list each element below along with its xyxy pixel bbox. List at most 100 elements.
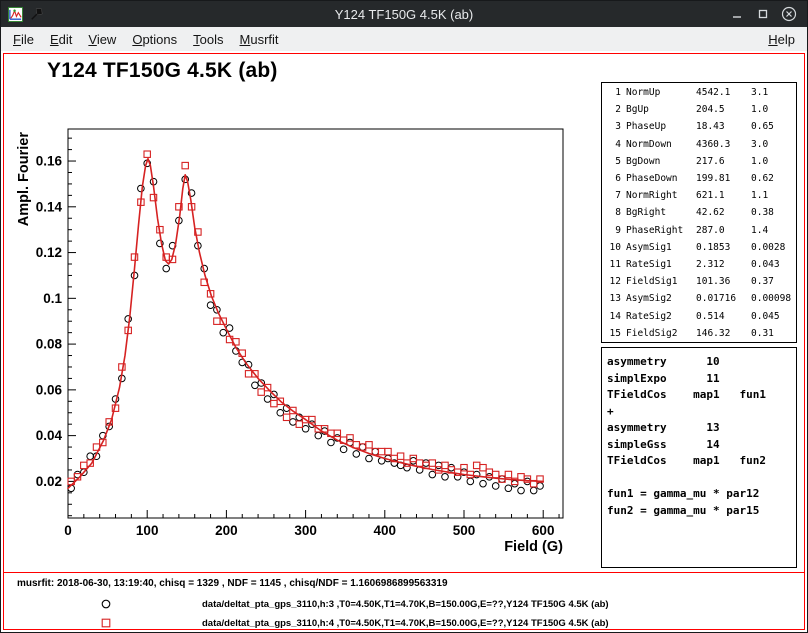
param-row: 13AsymSig20.017160.00098: [606, 293, 793, 304]
maximize-button[interactable]: [755, 6, 771, 22]
param-err: 0.62: [751, 173, 793, 184]
param-n: 3: [606, 121, 621, 132]
data-point-circle: [353, 451, 360, 458]
param-n: 6: [606, 173, 621, 184]
y-tick-label: 0.14: [36, 199, 63, 214]
data-point-square: [283, 414, 289, 420]
data-point-square: [214, 318, 220, 324]
fit-line: [68, 159, 543, 489]
menu-tools[interactable]: Tools: [185, 31, 231, 48]
app-icon[interactable]: [7, 6, 23, 22]
data-point-circle: [518, 487, 525, 494]
legend-label: data/deltat_pta_gps_3110,h:4 ,T0=4.50K,T…: [202, 618, 609, 629]
data-point-circle: [480, 480, 487, 487]
param-n: 10: [606, 242, 621, 253]
x-tick-label: 100: [136, 523, 159, 538]
legend-row: data/deltat_pta_gps_3110,h:4 ,T0=4.50K,T…: [4, 616, 804, 632]
data-point-square: [144, 151, 150, 157]
param-name: RateSig2: [626, 311, 696, 322]
param-name: BgUp: [626, 104, 696, 115]
param-row: 12FieldSig1101.360.37: [606, 276, 793, 287]
data-point-square: [416, 460, 422, 466]
theory-line: fun1 = gamma_mu * par12: [607, 486, 791, 503]
theory-line: TFieldCos map1 fun1: [607, 387, 791, 404]
param-row: 14RateSig20.5140.045: [606, 311, 793, 322]
data-point-square: [81, 462, 87, 468]
root-canvas[interactable]: Y124 TF150G 4.5K (ab) 010020030040050060…: [3, 53, 805, 630]
legend-row: data/deltat_pta_gps_3110,h:3 ,T0=4.50K,T…: [4, 597, 804, 613]
param-val: 621.1: [696, 190, 751, 201]
theory-box[interactable]: asymmetry 10simplExpo 11TFieldCos map1 f…: [601, 347, 797, 568]
fit-parameter-box[interactable]: 1NormUp4542.13.12BgUp204.51.03PhaseUp18.…: [601, 82, 797, 343]
param-err: 1.4: [751, 225, 793, 236]
data-point-circle: [315, 432, 322, 439]
y-tick-label: 0.1: [43, 291, 62, 306]
menu-view[interactable]: View: [80, 31, 124, 48]
data-point-circle: [340, 446, 347, 453]
param-n: 14: [606, 311, 621, 322]
param-row: 4NormDown4360.33.0: [606, 139, 793, 150]
param-row: 1NormUp4542.13.1: [606, 87, 793, 98]
data-point-square: [505, 471, 511, 477]
param-row: 10AsymSig10.18530.0028: [606, 242, 793, 253]
param-val: 204.5: [696, 104, 751, 115]
menu-help[interactable]: Help: [760, 31, 803, 48]
data-point-circle: [505, 485, 512, 492]
x-tick-label: 500: [453, 523, 476, 538]
param-row: 2BgUp204.51.0: [606, 104, 793, 115]
param-err: 3.1: [751, 87, 793, 98]
y-tick-label: 0.04: [36, 428, 63, 443]
data-point-circle: [537, 483, 544, 490]
close-button[interactable]: [781, 6, 797, 22]
legend-square-marker: [100, 617, 112, 629]
y-tick-label: 0.08: [36, 337, 63, 352]
theory-line: simplExpo 11: [607, 371, 791, 388]
app-icon-graphic: [8, 7, 23, 22]
data-point-square: [182, 162, 188, 168]
data-point-square: [397, 453, 403, 459]
y-tick-label: 0.12: [36, 245, 62, 260]
param-n: 7: [606, 190, 621, 201]
data-point-square: [518, 474, 524, 480]
param-val: 101.36: [696, 276, 751, 287]
menu-edit[interactable]: Edit: [42, 31, 80, 48]
param-err: 0.37: [751, 276, 793, 287]
param-n: 2: [606, 104, 621, 115]
param-name: FieldSig1: [626, 276, 696, 287]
param-n: 9: [606, 225, 621, 236]
data-point-square: [366, 442, 372, 448]
data-point-square: [474, 462, 480, 468]
titlebar[interactable]: Y124 TF150G 4.5K (ab): [1, 1, 807, 27]
menu-options[interactable]: Options: [124, 31, 185, 48]
data-point-square: [493, 471, 499, 477]
param-val: 0.1853: [696, 242, 751, 253]
y-tick-label: 0.06: [36, 382, 63, 397]
pin-icon-graphic: [30, 7, 44, 21]
x-tick-label: 300: [294, 523, 317, 538]
data-point-circle: [530, 487, 537, 494]
param-row: 8BgRight42.620.38: [606, 207, 793, 218]
data-point-circle: [448, 464, 455, 471]
param-err: 0.043: [751, 259, 793, 270]
minimize-button[interactable]: [729, 6, 745, 22]
param-n: 5: [606, 156, 621, 167]
menu-file[interactable]: File: [5, 31, 42, 48]
y-axis-title: Ampl. Fourier: [16, 132, 32, 227]
param-n: 8: [606, 207, 621, 218]
param-err: 0.38: [751, 207, 793, 218]
menu-items: FileEditViewOptionsToolsMusrfit: [5, 31, 287, 48]
theory-line: +: [607, 404, 791, 421]
param-name: NormDown: [626, 139, 696, 150]
param-row: 7NormRight621.11.1: [606, 190, 793, 201]
fourier-plot[interactable]: 01002003004005006000.020.040.060.080.10.…: [4, 54, 604, 574]
pin-icon[interactable]: [29, 6, 45, 22]
data-point-circle: [410, 457, 417, 464]
theory-line: simpleGss 14: [607, 437, 791, 454]
param-val: 217.6: [696, 156, 751, 167]
theory-line: [607, 470, 791, 487]
param-val: 4360.3: [696, 139, 751, 150]
menu-musrfit[interactable]: Musrfit: [232, 31, 287, 48]
legend-label: data/deltat_pta_gps_3110,h:3 ,T0=4.50K,T…: [202, 599, 609, 610]
minimize-icon: [730, 7, 744, 21]
param-val: 42.62: [696, 207, 751, 218]
